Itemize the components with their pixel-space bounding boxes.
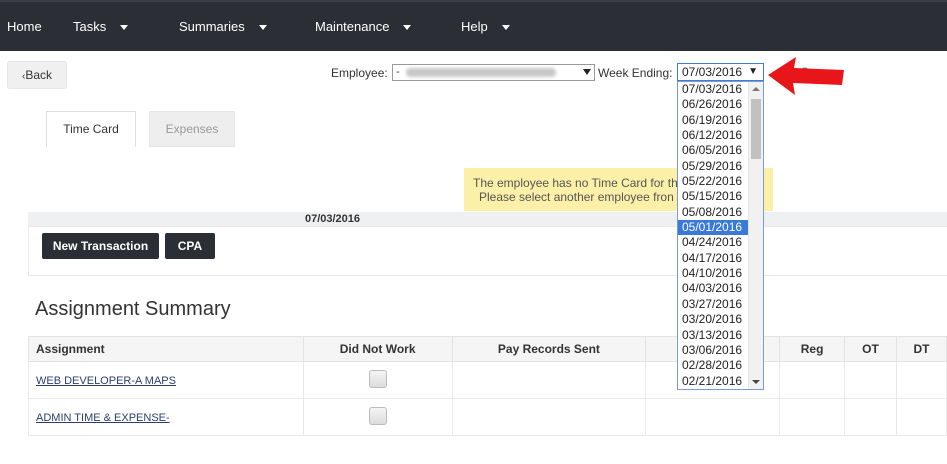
back-button[interactable]: ‹Back	[7, 61, 67, 89]
nav-help[interactable]: Help	[461, 19, 510, 34]
reg-cell	[779, 361, 846, 399]
col-assignment: Assignment	[28, 336, 304, 362]
employee-select[interactable]: -	[392, 64, 595, 81]
scrollbar-thumb[interactable]	[751, 99, 761, 159]
caret-down-icon	[258, 25, 267, 31]
dropdown-arrow-icon	[583, 69, 591, 75]
nav-help-label: Help	[461, 19, 488, 34]
tab-time-card-label: Time Card	[63, 122, 119, 136]
top-nav-bar: Home Tasks Summaries Maintenance Help	[0, 0, 947, 51]
pay-records-cell	[451, 361, 647, 399]
caret-down-icon	[501, 25, 510, 31]
week-ending-value: 07/03/2016	[682, 65, 743, 79]
dropdown-arrow-icon: ▼	[748, 66, 758, 77]
assignment-link[interactable]: WEB DEVELOPER-A MAPS	[29, 375, 176, 387]
did-not-work-cell	[302, 398, 453, 436]
col-did-not-work: Did Not Work	[302, 336, 453, 362]
tab-expenses[interactable]: Expenses	[149, 111, 235, 147]
assignment-summary-table: Assignment Did Not Work Pay Records Sent…	[28, 336, 947, 436]
nav-maintenance[interactable]: Maintenance	[315, 19, 412, 34]
caret-down-icon	[403, 25, 412, 31]
red-arrow-annotation	[768, 57, 844, 95]
dt-cell	[895, 398, 947, 436]
table-row: ADMIN TIME & EXPENSE-	[28, 398, 947, 436]
table-row: WEB DEVELOPER-A MAPS	[28, 361, 947, 399]
date-header: 07/03/2016	[28, 212, 947, 226]
caret-down-icon	[120, 25, 129, 31]
pay-records-cell	[451, 398, 647, 436]
nav-tasks[interactable]: Tasks	[73, 19, 129, 34]
assignment-link[interactable]: ADMIN TIME & EXPENSE-	[29, 412, 170, 424]
col-ot: OT	[844, 336, 897, 362]
col-reg: Reg	[779, 336, 846, 362]
tab-time-card[interactable]: Time Card	[46, 111, 136, 147]
week-ending-label: Week Ending:	[598, 66, 673, 80]
employee-value: -	[396, 66, 400, 78]
col-pay-records-sent: Pay Records Sent	[451, 336, 647, 362]
dt-cell	[895, 361, 947, 399]
blank-cell	[645, 398, 781, 436]
reg-cell	[779, 398, 846, 436]
assignment-cell: WEB DEVELOPER-A MAPS	[28, 361, 304, 399]
assignment-cell: ADMIN TIME & EXPENSE-	[28, 398, 304, 436]
nav-maintenance-label: Maintenance	[315, 19, 390, 34]
nav-home-label: Home	[7, 19, 42, 34]
scroll-down-icon[interactable]	[752, 380, 760, 384]
week-ending-dropdown-list[interactable]: 07/03/2016 06/26/2016 06/19/2016 06/12/2016…	[677, 81, 764, 390]
new-transaction-button[interactable]: New Transaction	[42, 233, 159, 259]
ot-cell	[844, 398, 897, 436]
redacted-name	[405, 67, 556, 77]
nav-summaries-label: Summaries	[179, 19, 245, 34]
col-dt: DT	[895, 336, 947, 362]
tab-expenses-label: Expenses	[165, 122, 219, 136]
back-button-label: Back	[25, 68, 53, 82]
did-not-work-cell	[302, 361, 453, 399]
nav-home[interactable]: Home	[7, 19, 42, 34]
did-not-work-checkbox[interactable]	[368, 369, 387, 388]
cpa-button[interactable]: CPA	[165, 233, 215, 259]
table-header-row: Assignment Did Not Work Pay Records Sent…	[28, 336, 947, 362]
employee-label: Employee:	[331, 66, 388, 80]
did-not-work-checkbox[interactable]	[368, 406, 387, 425]
nav-summaries[interactable]: Summaries	[179, 19, 267, 34]
nav-tasks-label: Tasks	[73, 19, 107, 34]
dropdown-scrollbar[interactable]	[748, 82, 763, 389]
scroll-up-icon[interactable]	[752, 87, 760, 91]
ot-cell	[844, 361, 897, 399]
section-title: Assignment Summary	[35, 298, 231, 320]
week-ending-select[interactable]: 07/03/2016 ▼	[677, 63, 764, 81]
